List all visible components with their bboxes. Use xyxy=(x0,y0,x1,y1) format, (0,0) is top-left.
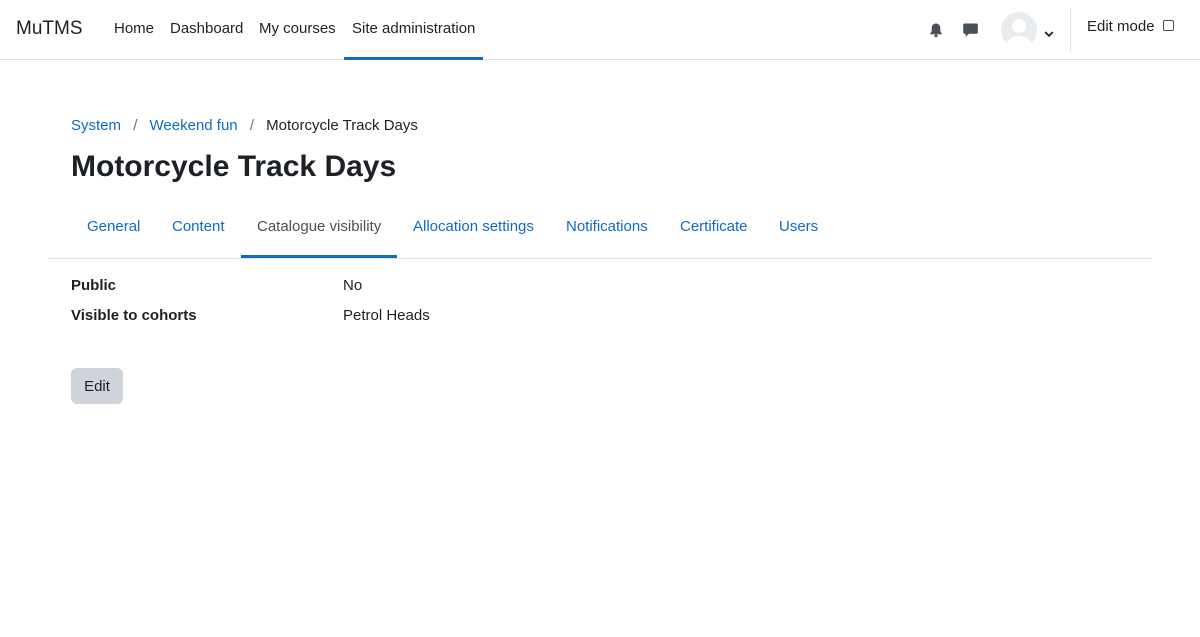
nav-active-indicator xyxy=(344,57,483,60)
nav-my-courses[interactable]: My courses xyxy=(259,20,336,37)
breadcrumb-separator: / xyxy=(249,117,254,134)
edit-button[interactable]: Edit xyxy=(71,368,123,404)
navbar-divider xyxy=(1070,8,1071,52)
nav-site-administration[interactable]: Site administration xyxy=(352,20,475,37)
tab-bar: General Content Catalogue visibility All… xyxy=(48,205,1152,259)
breadcrumb-item-weekend-fun[interactable]: Weekend fun xyxy=(150,117,238,134)
tab-certificate[interactable]: Certificate xyxy=(680,218,748,235)
breadcrumb-item-current: Motorcycle Track Days xyxy=(266,117,418,134)
top-navbar: MuTMS Home Dashboard My courses Site adm… xyxy=(0,0,1200,60)
tab-general[interactable]: General xyxy=(87,218,140,235)
detail-label-visible-to-cohorts: Visible to cohorts xyxy=(71,307,197,324)
bell-icon[interactable] xyxy=(928,22,944,43)
edit-mode-label[interactable]: Edit mode xyxy=(1087,18,1155,35)
tab-catalogue-visibility[interactable]: Catalogue visibility xyxy=(257,218,381,235)
nav-dashboard[interactable]: Dashboard xyxy=(170,20,243,37)
avatar[interactable] xyxy=(1001,12,1037,48)
nav-home[interactable]: Home xyxy=(114,20,154,37)
tab-content[interactable]: Content xyxy=(172,218,225,235)
detail-label-public: Public xyxy=(71,277,117,294)
site-brand[interactable]: MuTMS xyxy=(16,18,83,40)
tab-notifications[interactable]: Notifications xyxy=(566,218,648,235)
tab-active-indicator xyxy=(241,255,397,258)
page-title: Motorcycle Track Days xyxy=(71,150,397,183)
breadcrumb-separator: / xyxy=(133,117,138,134)
breadcrumb-item-system[interactable]: System xyxy=(71,117,121,134)
chat-icon[interactable] xyxy=(962,22,979,43)
edit-mode-toggle[interactable] xyxy=(1163,20,1174,31)
breadcrumb: System / Weekend fun / Motorcycle Track … xyxy=(71,117,418,134)
tab-users[interactable]: Users xyxy=(779,218,818,235)
chevron-down-icon[interactable] xyxy=(1044,25,1054,43)
tab-allocation-settings[interactable]: Allocation settings xyxy=(413,218,534,235)
detail-value-public: No xyxy=(343,277,363,294)
detail-value-visible-to-cohorts: Petrol Heads xyxy=(343,307,430,324)
